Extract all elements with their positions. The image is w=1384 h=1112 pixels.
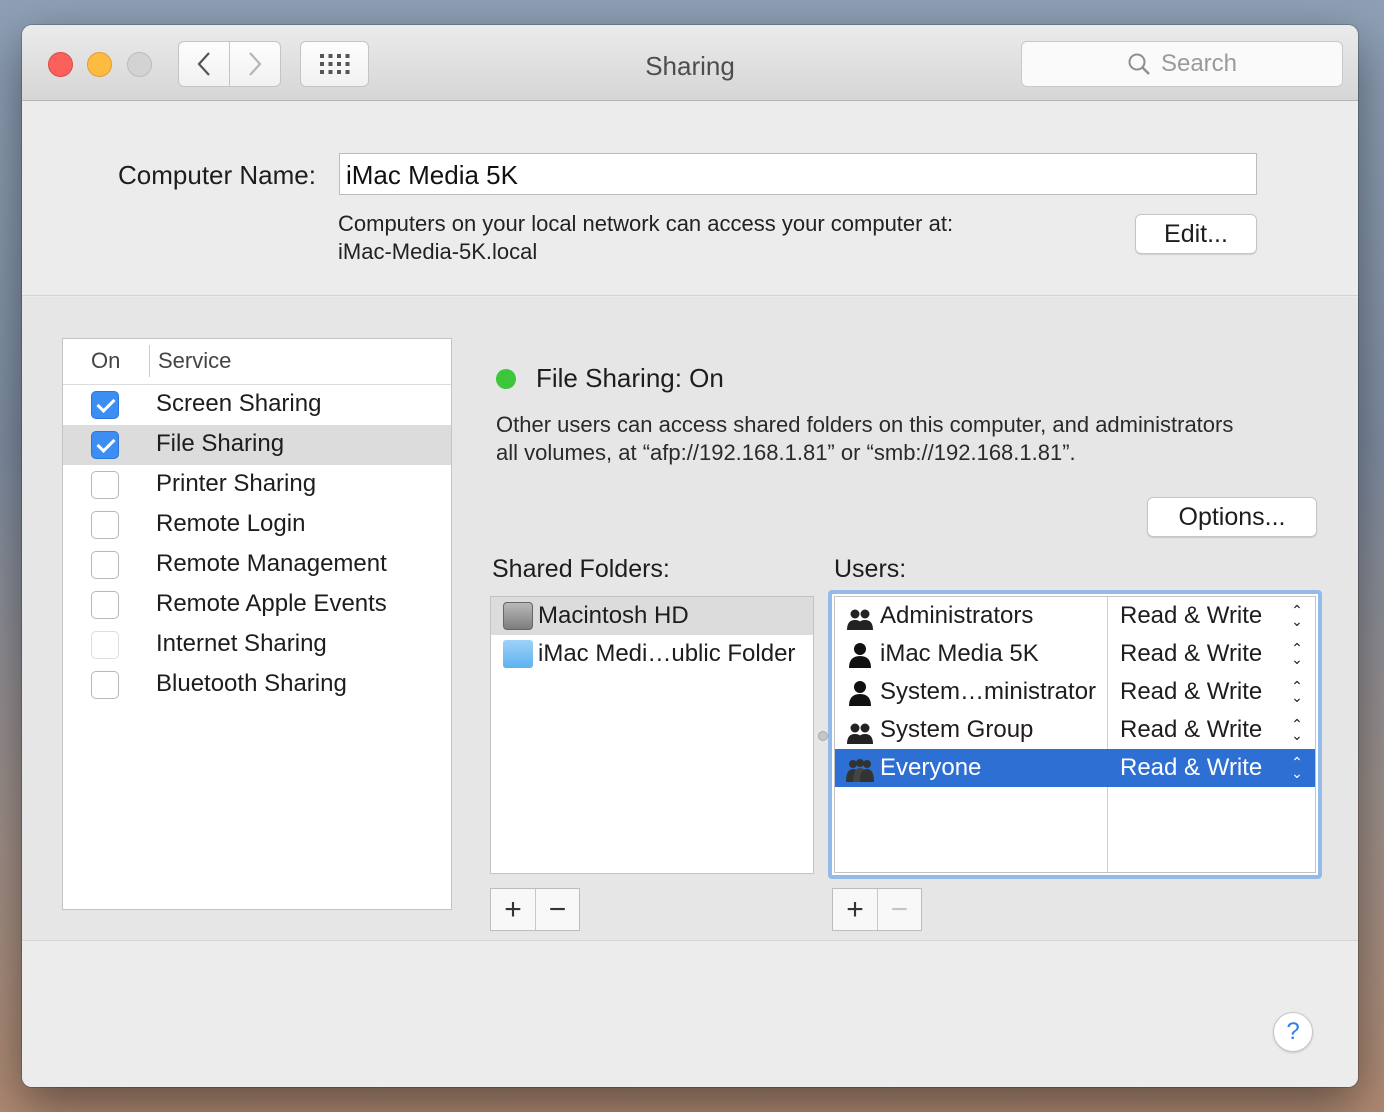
services-table: On Service Screen Sharing File Sharing Pri…	[62, 338, 452, 910]
column-header-service[interactable]: Service	[158, 348, 231, 374]
public-folder-icon	[503, 640, 533, 668]
title-bar: Sharing Search	[22, 25, 1358, 101]
service-row[interactable]: Remote Management	[63, 545, 451, 585]
users-list: Administrators Read & Write ⌃ ⌄ iMac Media 5…	[834, 596, 1316, 873]
service-checkbox[interactable]	[91, 471, 119, 499]
chevron-updown-icon: ⌃ ⌄	[1291, 640, 1303, 667]
group-icon	[845, 718, 875, 744]
service-status: File Sharing: On	[536, 363, 724, 393]
user-name: System…ministrator	[880, 678, 1097, 705]
service-label: Remote Management	[156, 550, 387, 577]
permission-popup[interactable]: Read & Write	[1120, 678, 1262, 706]
service-checkbox[interactable]	[91, 431, 119, 459]
user-row[interactable]: System Group Read & Write ⌃ ⌄	[835, 711, 1315, 749]
user-icon	[845, 680, 875, 706]
shared-folder-row[interactable]: Macintosh HD	[491, 597, 813, 635]
service-checkbox[interactable]	[91, 591, 119, 619]
permission-popup[interactable]: Read & Write	[1120, 640, 1262, 668]
service-row[interactable]: Printer Sharing	[63, 465, 451, 505]
user-icon	[845, 642, 875, 668]
user-row[interactable]: Everyone Read & Write ⌃ ⌄	[835, 749, 1315, 787]
shared-folders-label: Shared Folders:	[492, 555, 670, 583]
network-info-text: Computers on your local network can acce…	[338, 211, 954, 236]
users-label: Users:	[834, 555, 907, 583]
user-row[interactable]: System…ministrator Read & Write ⌃ ⌄	[835, 673, 1315, 711]
hard-disk-icon	[503, 602, 533, 630]
service-row[interactable]: Remote Login	[63, 505, 451, 545]
chevron-updown-icon: ⌃ ⌄	[1291, 716, 1303, 743]
service-label: Remote Login	[156, 510, 306, 537]
user-name: System Group	[880, 716, 1034, 743]
user-name: Everyone	[880, 754, 982, 781]
local-hostname: iMac-Media-5K.local	[338, 239, 538, 264]
shared-folder-label: iMac Medi…ublic Folder	[538, 640, 796, 667]
permission-popup[interactable]: Read & Write	[1120, 602, 1262, 630]
computer-name-section: Computer Name: iMac Media 5K Computers o…	[22, 102, 1358, 296]
service-row[interactable]: Internet Sharing	[63, 625, 451, 665]
help-button[interactable]: ?	[1273, 1012, 1313, 1052]
remove-folder-button[interactable]: −	[535, 889, 579, 930]
service-label: Internet Sharing	[156, 630, 327, 657]
service-label: Remote Apple Events	[156, 590, 387, 617]
permission-popup[interactable]: Read & Write	[1120, 754, 1262, 782]
description-line-1: Other users can access shared folders on…	[496, 412, 1234, 437]
service-label: Screen Sharing	[156, 390, 322, 417]
add-user-button[interactable]: +	[833, 889, 877, 930]
everyone-icon	[845, 756, 875, 782]
service-checkbox[interactable]	[91, 511, 119, 539]
search-icon	[1128, 53, 1150, 75]
service-row[interactable]: File Sharing	[63, 425, 451, 465]
search-field[interactable]: Search	[1021, 41, 1343, 87]
edit-button[interactable]: Edit...	[1135, 214, 1257, 254]
column-header-on[interactable]: On	[91, 348, 120, 374]
user-name: Administrators	[880, 602, 1034, 629]
network-address-info: Computers on your local network can acce…	[338, 210, 953, 266]
user-row[interactable]: iMac Media 5K Read & Write ⌃ ⌄	[835, 635, 1315, 673]
service-checkbox[interactable]	[91, 671, 119, 699]
shared-folders-add-remove: + −	[490, 888, 580, 931]
group-icon	[845, 604, 875, 630]
service-description: Other users can access shared folders on…	[496, 411, 1316, 467]
user-row[interactable]: Administrators Read & Write ⌃ ⌄	[835, 597, 1315, 635]
remove-user-button[interactable]: −	[877, 889, 921, 930]
shared-folder-row[interactable]: iMac Medi…ublic Folder	[491, 635, 813, 673]
service-checkbox[interactable]	[91, 631, 119, 659]
service-row[interactable]: Bluetooth Sharing	[63, 665, 451, 705]
service-checkbox[interactable]	[91, 551, 119, 579]
bottom-bar: ?	[22, 942, 1358, 1087]
users-add-remove: + −	[832, 888, 922, 931]
services-table-header: On Service	[63, 339, 451, 385]
service-label: File Sharing	[156, 430, 285, 457]
search-placeholder: Search	[1160, 50, 1238, 77]
split-view-handle[interactable]	[818, 731, 828, 741]
sharing-window: Sharing Search Computer Name: iMac Media…	[22, 25, 1358, 1087]
column-divider	[149, 345, 150, 377]
chevron-updown-icon: ⌃ ⌄	[1291, 754, 1303, 781]
user-name: iMac Media 5K	[880, 640, 1039, 667]
main-section: On Service Screen Sharing File Sharing Pri…	[22, 297, 1358, 941]
service-row[interactable]: Remote Apple Events	[63, 585, 451, 625]
service-row[interactable]: Screen Sharing	[63, 385, 451, 425]
computer-name-label: Computer Name:	[118, 160, 316, 190]
shared-folder-label: Macintosh HD	[538, 602, 689, 629]
options-button[interactable]: Options...	[1147, 497, 1317, 537]
permission-popup[interactable]: Read & Write	[1120, 716, 1262, 744]
description-line-2: all volumes, at “afp://192.168.1.81” or …	[496, 440, 1076, 465]
status-indicator	[496, 369, 516, 389]
service-checkbox[interactable]	[91, 391, 119, 419]
shared-folders-list: Macintosh HD iMac Medi…ublic Folder	[490, 596, 814, 874]
computer-name-input[interactable]: iMac Media 5K	[339, 153, 1257, 195]
chevron-updown-icon: ⌃ ⌄	[1291, 602, 1303, 629]
add-folder-button[interactable]: +	[491, 889, 535, 930]
service-label: Bluetooth Sharing	[156, 670, 347, 697]
users-list-focus-ring: Administrators Read & Write ⌃ ⌄ iMac Media 5…	[828, 590, 1322, 879]
service-label: Printer Sharing	[156, 470, 317, 497]
chevron-updown-icon: ⌃ ⌄	[1291, 678, 1303, 705]
